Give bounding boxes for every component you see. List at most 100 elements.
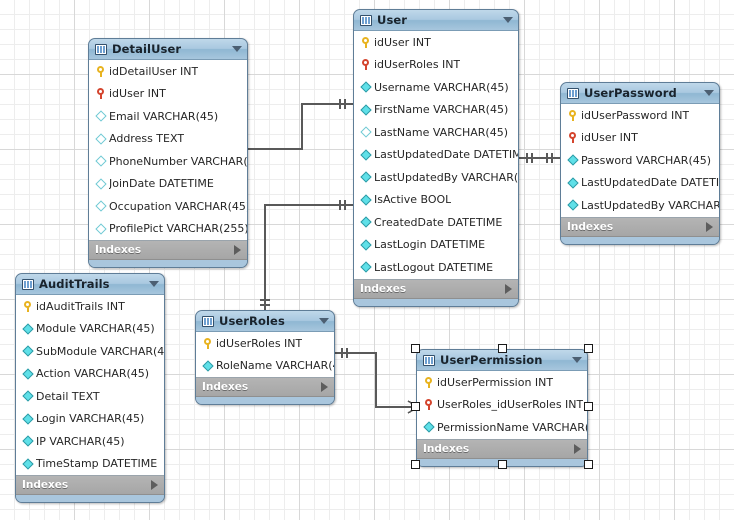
column-row[interactable]: LastName VARCHAR(45)	[354, 121, 518, 144]
table-node-detailuser[interactable]: DetailUser idDetailUser INT idUser INT Emai…	[88, 38, 248, 268]
column-glyph	[94, 133, 107, 145]
table-node-userroles[interactable]: UserRoles idUserRoles INT RoleName VARCHAR…	[195, 310, 335, 405]
column-row[interactable]: idAuditTrails INT	[16, 295, 164, 318]
column-row[interactable]: Action VARCHAR(45)	[16, 363, 164, 386]
eer-diagram-canvas[interactable]: DetailUser idDetailUser INT idUser INT Emai…	[0, 0, 734, 520]
table-header[interactable]: UserPermission	[417, 350, 587, 371]
primary-key-icon	[204, 337, 211, 349]
column-row[interactable]: JoinDate DATETIME	[89, 173, 247, 196]
column-row[interactable]: Detail TEXT	[16, 385, 164, 408]
column-row[interactable]: IP VARCHAR(45)	[16, 430, 164, 453]
column-row[interactable]: idUser INT	[354, 31, 518, 54]
table-footer	[196, 397, 334, 404]
chevron-right-icon[interactable]	[505, 283, 512, 294]
column-glyph	[94, 88, 107, 100]
chevron-down-icon[interactable]	[503, 17, 513, 23]
chevron-right-icon[interactable]	[234, 245, 241, 255]
table-node-audittrails[interactable]: AuditTrails idAuditTrails INT Module VARCH…	[15, 273, 165, 503]
column-row[interactable]: LastUpdatedDate DATETIME	[561, 172, 719, 195]
column-row[interactable]: Module VARCHAR(45)	[16, 318, 164, 341]
foreign-key-icon	[569, 132, 576, 144]
column-row[interactable]: idUser INT	[89, 83, 247, 106]
column-row[interactable]: IsActive BOOL	[354, 189, 518, 212]
column-row[interactable]: PhoneNumber VARCHAR(15)	[89, 150, 247, 173]
column-row[interactable]: LastUpdatedDate DATETIME	[354, 144, 518, 167]
table-node-user[interactable]: User idUser INT idUserRoles INT Username VA…	[353, 9, 519, 307]
indexes-section[interactable]: Indexes	[417, 439, 587, 459]
table-icon	[567, 87, 579, 99]
table-node-userpermission[interactable]: UserPermission idUserPermission INT UserRo…	[416, 349, 588, 467]
column-glyph	[422, 421, 435, 433]
column-row[interactable]: PermissionName VARCHAR(45)	[417, 416, 587, 439]
column-glyph	[566, 109, 579, 121]
table-icon	[423, 354, 435, 366]
table-header[interactable]: AuditTrails	[16, 274, 164, 295]
indexes-section[interactable]: Indexes	[354, 279, 518, 299]
column-row[interactable]: SubModule VARCHAR(45)	[16, 340, 164, 363]
selection-handle[interactable]	[584, 459, 593, 469]
column-row[interactable]: idUserPassword INT	[561, 104, 719, 127]
column-glyph	[566, 199, 579, 211]
chevron-right-icon[interactable]	[706, 221, 713, 232]
selection-handle[interactable]	[411, 459, 420, 469]
column-row[interactable]: Address TEXT	[89, 128, 247, 151]
column-glyph	[21, 413, 34, 425]
table-header[interactable]: DetailUser	[89, 39, 247, 60]
column-nullable-icon	[94, 200, 107, 212]
column-row[interactable]: LastUpdatedBy VARCHAR(45)	[354, 166, 518, 189]
indexes-section[interactable]: Indexes	[196, 378, 334, 397]
chevron-down-icon[interactable]	[704, 90, 714, 96]
indexes-section[interactable]: Indexes	[16, 476, 164, 495]
chevron-down-icon[interactable]	[232, 46, 242, 52]
column-row[interactable]: RoleName VARCHAR(45)	[196, 355, 334, 378]
indexes-section[interactable]: Indexes	[561, 217, 719, 237]
selection-handle[interactable]	[411, 344, 420, 353]
column-label: RoleName VARCHAR(45)	[216, 359, 334, 373]
column-row[interactable]: idUserPermission INT	[417, 371, 587, 394]
column-row[interactable]: idDetailUser INT	[89, 60, 247, 83]
column-row[interactable]: UserRoles_idUserRoles INT	[417, 394, 587, 417]
column-row[interactable]: ProfilePict VARCHAR(255)	[89, 218, 247, 241]
table-header[interactable]: UserPassword	[561, 83, 719, 104]
table-header[interactable]: UserRoles	[196, 311, 334, 332]
column-row[interactable]: CreatedDate DATETIME	[354, 211, 518, 234]
table-title: AuditTrails	[39, 277, 110, 291]
chevron-down-icon[interactable]	[572, 357, 582, 363]
selection-handle[interactable]	[497, 344, 507, 353]
column-glyph	[94, 110, 107, 122]
column-row[interactable]: FirstName VARCHAR(45)	[354, 99, 518, 122]
column-row[interactable]: TimeStamp DATETIME	[16, 453, 164, 476]
selection-handle[interactable]	[584, 344, 593, 353]
table-header[interactable]: User	[354, 10, 518, 31]
column-row[interactable]: Password VARCHAR(45)	[561, 149, 719, 172]
selection-handle[interactable]	[411, 401, 420, 411]
column-label: LastLogin DATETIME	[374, 238, 486, 252]
column-not-null-icon	[201, 360, 214, 372]
column-glyph	[94, 65, 107, 77]
column-row[interactable]: Occupation VARCHAR(45)	[89, 195, 247, 218]
column-row[interactable]: idUserRoles INT	[196, 332, 334, 355]
selection-handle[interactable]	[497, 459, 507, 469]
column-row[interactable]: Login VARCHAR(45)	[16, 408, 164, 431]
chevron-right-icon[interactable]	[151, 480, 158, 490]
column-list: idUserRoles INT RoleName VARCHAR(45)	[196, 332, 334, 378]
column-row[interactable]: Username VARCHAR(45)	[354, 76, 518, 99]
column-row[interactable]: LastLogin DATETIME	[354, 234, 518, 257]
column-row[interactable]: idUserRoles INT	[354, 54, 518, 77]
column-label: Login VARCHAR(45)	[36, 412, 145, 426]
primary-key-icon	[24, 300, 31, 312]
column-row[interactable]: idUser INT	[561, 127, 719, 150]
column-row[interactable]: Email VARCHAR(45)	[89, 105, 247, 128]
chevron-right-icon[interactable]	[321, 382, 328, 392]
column-glyph	[94, 178, 107, 190]
column-row[interactable]: LastUpdatedBy VARCHAR(45)	[561, 194, 719, 217]
selection-handle[interactable]	[584, 401, 593, 411]
table-node-userpassword[interactable]: UserPassword idUserPassword INT idUser INT…	[560, 82, 720, 245]
chevron-down-icon[interactable]	[149, 281, 159, 287]
chevron-down-icon[interactable]	[319, 318, 329, 324]
column-row[interactable]: LastLogout DATETIME	[354, 256, 518, 279]
column-label: LastName VARCHAR(45)	[374, 125, 509, 139]
indexes-section[interactable]: Indexes	[89, 241, 247, 260]
chevron-right-icon[interactable]	[574, 443, 581, 454]
column-not-null-icon	[359, 171, 372, 183]
